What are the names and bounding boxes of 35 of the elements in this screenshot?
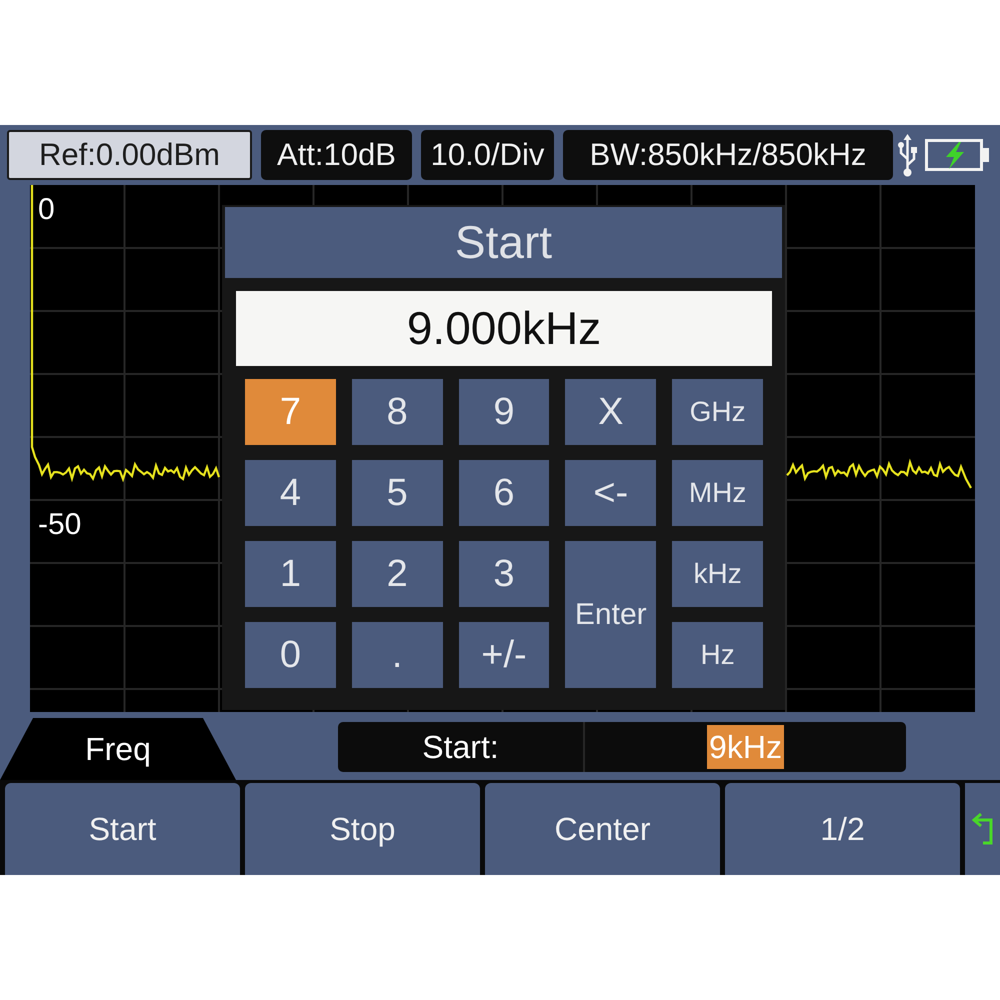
status-readout: Att:10dB	[261, 130, 412, 180]
return-arrow-icon	[972, 812, 994, 846]
keypad-key[interactable]: 1	[245, 541, 336, 607]
menu-tab[interactable]: Freq	[0, 718, 236, 780]
softkey-button[interactable]: Center	[485, 783, 720, 875]
status-readout: BW:850kHz/850kHz	[563, 130, 893, 180]
parameter-label: Start:	[421, 728, 500, 767]
softkey-button[interactable]: Start	[5, 783, 240, 875]
status-readout: Ref:0.00dBm	[7, 130, 252, 180]
keypad-key[interactable]: 0	[245, 622, 336, 688]
keypad-key[interactable]: +/-	[458, 622, 550, 688]
value-field[interactable]: 9.000kHz	[236, 291, 772, 366]
keypad-key[interactable]: <-	[565, 460, 656, 526]
keypad-key[interactable]: 2	[352, 541, 443, 607]
usb-icon	[897, 134, 918, 176]
keypad-key[interactable]: MHz	[672, 460, 763, 526]
back-button[interactable]	[965, 783, 1000, 875]
keypad-key[interactable]: 6	[458, 460, 550, 526]
keypad-key[interactable]: 3	[458, 541, 550, 607]
keypad-key[interactable]: GHz	[672, 379, 763, 445]
keypad-key[interactable]: 8	[352, 379, 443, 445]
scale-label: -50	[38, 510, 82, 540]
softkey-button[interactable]: 1/2	[725, 783, 960, 875]
dialog-title: Start	[225, 207, 782, 278]
keypad-key[interactable]: Enter	[565, 541, 656, 688]
keypad-key[interactable]: 4	[245, 460, 336, 526]
keypad-key[interactable]: X	[565, 379, 656, 445]
softkey-button[interactable]: Stop	[245, 783, 480, 875]
status-readout: 10.0/Div	[421, 130, 554, 180]
scale-label: 0	[38, 195, 55, 225]
keypad-key[interactable]: Hz	[672, 622, 763, 688]
keypad-key[interactable]: .	[352, 622, 443, 688]
keypad-key[interactable]: 5	[352, 460, 443, 526]
keypad-key[interactable]: 9	[458, 379, 550, 445]
keypad-key[interactable]: kHz	[672, 541, 763, 607]
